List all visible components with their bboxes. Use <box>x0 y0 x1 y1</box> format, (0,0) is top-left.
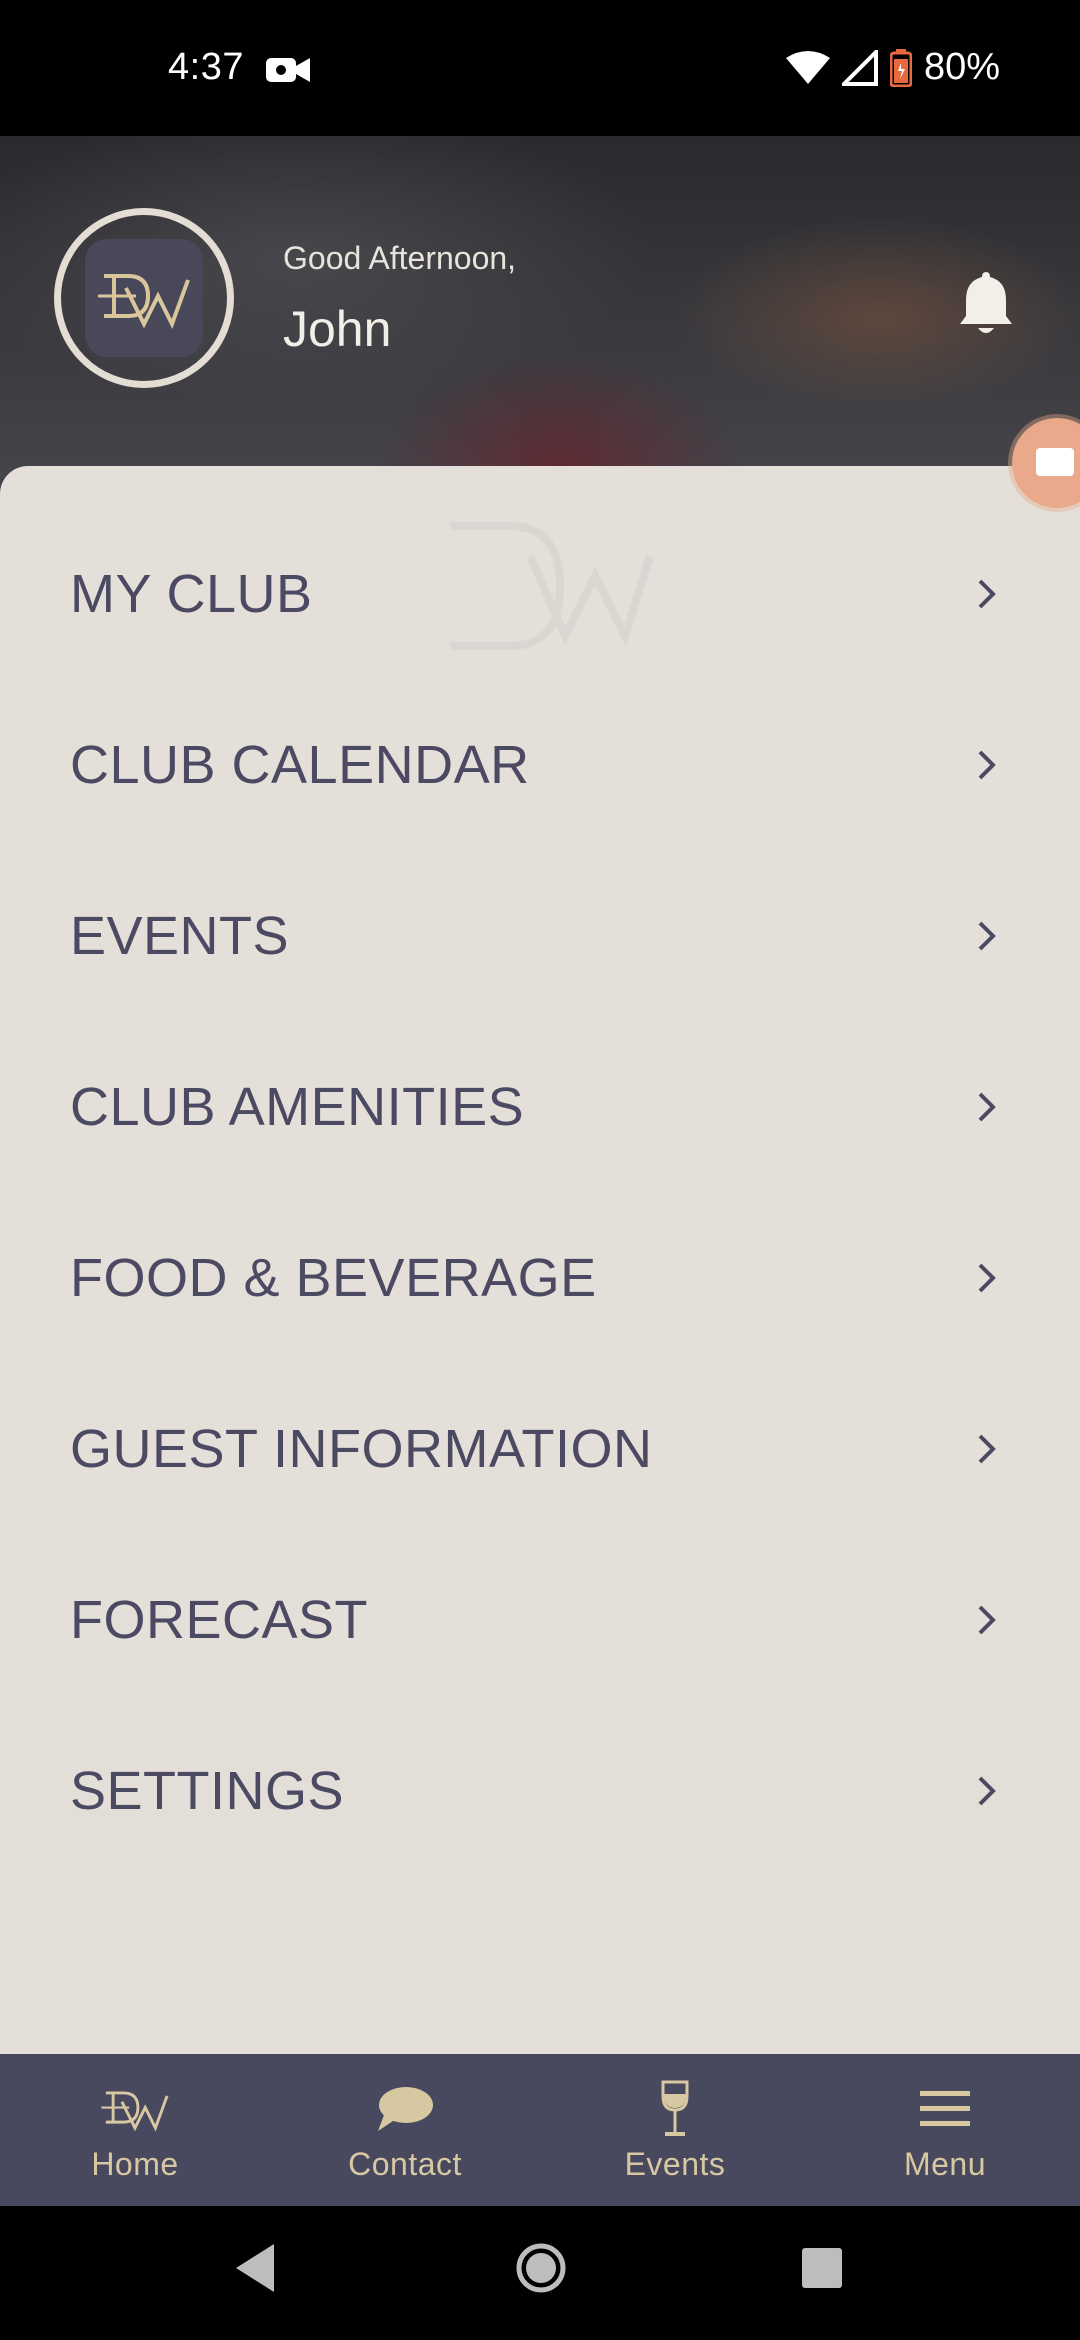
menu-item-label: EVENTS <box>70 905 290 966</box>
menu-item-food-beverage[interactable]: FOOD & BEVERAGE <box>0 1192 1080 1363</box>
chevron-right-icon <box>978 750 996 779</box>
menu-item-label: SETTINGS <box>70 1760 345 1821</box>
video-camera-icon <box>266 58 310 82</box>
photo-icon <box>1036 448 1074 476</box>
user-name: John <box>283 301 392 357</box>
hamburger-icon <box>920 2091 970 2126</box>
status-bar: 4:37 80% <box>0 0 1080 136</box>
status-time: 4:37 <box>168 46 244 88</box>
greeting-text: Good Afternoon, <box>283 240 517 276</box>
system-nav-bar <box>0 2206 1080 2340</box>
chevron-right-icon <box>978 921 996 950</box>
menu-item-events[interactable]: EVENTS <box>0 850 1080 1021</box>
menu-item-club-calendar[interactable]: CLUB CALENDAR <box>0 679 1080 850</box>
wine-glass-icon <box>661 2080 689 2136</box>
home-circle-icon[interactable] <box>514 2240 568 2296</box>
menu-panel: MY CLUB CLUB CALENDAR EVENTS CLUB AMENIT… <box>0 466 1080 2054</box>
battery-percent: 80% <box>923 46 1000 88</box>
nav-item-menu[interactable]: Menu <box>810 2054 1080 2206</box>
chevron-right-icon <box>978 1092 996 1121</box>
dw-logo-icon <box>98 274 190 330</box>
menu-item-forecast[interactable]: FORECAST <box>0 1534 1080 1705</box>
menu-item-label: MY CLUB <box>70 563 313 624</box>
battery-icon <box>889 48 912 87</box>
chevron-right-icon <box>978 1605 996 1634</box>
chevron-right-icon <box>978 1776 996 1805</box>
menu-item-label: FORECAST <box>70 1589 369 1650</box>
recents-icon[interactable] <box>800 2240 844 2296</box>
avatar[interactable] <box>54 208 234 388</box>
menu-item-my-club[interactable]: MY CLUB <box>0 508 1080 679</box>
wifi-icon <box>785 50 830 84</box>
nav-item-contact[interactable]: Contact <box>270 2054 540 2206</box>
chevron-right-icon <box>978 1434 996 1463</box>
nav-item-events[interactable]: Events <box>540 2054 810 2206</box>
chevron-right-icon <box>978 1263 996 1292</box>
chevron-right-icon <box>978 579 996 608</box>
bottom-nav: Home Contact Events Menu <box>0 2054 1080 2206</box>
menu-item-settings[interactable]: SETTINGS <box>0 1705 1080 1876</box>
menu-item-label: FOOD & BEVERAGE <box>70 1247 597 1308</box>
nav-label: Home <box>91 2146 179 2182</box>
signal-icon <box>841 49 878 86</box>
club-logo <box>85 239 203 357</box>
nav-label: Menu <box>903 2146 987 2182</box>
menu-item-label: CLUB CALENDAR <box>70 734 530 795</box>
dw-logo-icon <box>101 2091 169 2132</box>
bell-icon[interactable] <box>956 268 1016 338</box>
menu-item-label: GUEST INFORMATION <box>70 1418 653 1479</box>
nav-label: Events <box>624 2146 726 2182</box>
back-icon[interactable] <box>232 2240 278 2296</box>
menu-item-club-amenities[interactable]: CLUB AMENITIES <box>0 1021 1080 1192</box>
menu-item-label: CLUB AMENITIES <box>70 1076 525 1137</box>
menu-item-guest-information[interactable]: GUEST INFORMATION <box>0 1363 1080 1534</box>
nav-item-home[interactable]: Home <box>0 2054 270 2206</box>
chat-bubble-icon <box>378 2087 433 2131</box>
nav-label: Contact <box>348 2146 462 2182</box>
